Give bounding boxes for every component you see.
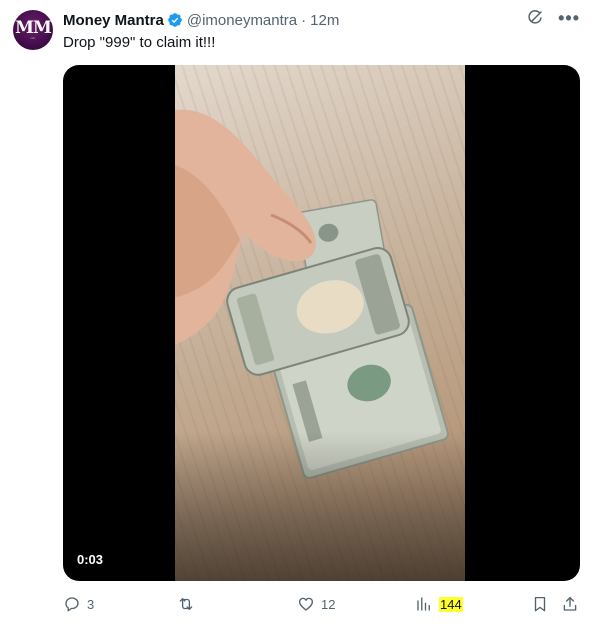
video-player[interactable]: 0:03 (63, 65, 580, 581)
tweet[interactable]: MM ▪▪▪▪ Money Mantra @imoneymantra · 12m… (0, 0, 602, 626)
share-button[interactable] (561, 593, 579, 615)
author-handle[interactable]: @imoneymantra (187, 12, 297, 29)
like-count: 12 (321, 596, 336, 612)
retweet-button[interactable] (177, 593, 201, 615)
views-count: 144 (439, 596, 463, 612)
bookmark-button[interactable] (531, 593, 549, 615)
reply-count: 3 (87, 596, 95, 612)
avatar[interactable]: MM ▪▪▪▪ (13, 10, 53, 50)
video-bottom-shade (175, 431, 465, 581)
bookmark-icon (534, 596, 546, 612)
more-icon[interactable]: ••• (558, 9, 580, 27)
video-duration: 0:03 (77, 552, 104, 567)
separator-dot: · (301, 11, 307, 29)
retweet-icon (179, 598, 193, 610)
verified-badge-icon[interactable] (167, 12, 183, 28)
author-name[interactable]: Money Mantra (63, 12, 164, 29)
tweet-top-icons: ••• (526, 9, 580, 27)
avatar-subtext: ▪▪▪▪ (30, 36, 36, 40)
tweet-text: Drop "999" to claim it!!! (63, 34, 216, 51)
reply-button[interactable]: 3 (63, 593, 94, 615)
share-icon (563, 596, 577, 611)
avatar-logo-text: MM (15, 18, 52, 38)
like-button[interactable]: 12 (297, 593, 335, 615)
tweet-time[interactable]: 12m (310, 12, 339, 29)
action-bar: 3 12 144 (63, 593, 580, 615)
views-button[interactable]: 144 (415, 593, 463, 615)
reply-icon (65, 597, 79, 612)
heart-icon (298, 597, 314, 611)
views-icon (417, 597, 430, 611)
tweet-header: Money Mantra @imoneymantra · 12m (63, 10, 339, 30)
grok-icon[interactable] (526, 9, 544, 27)
video-frame (175, 65, 465, 581)
